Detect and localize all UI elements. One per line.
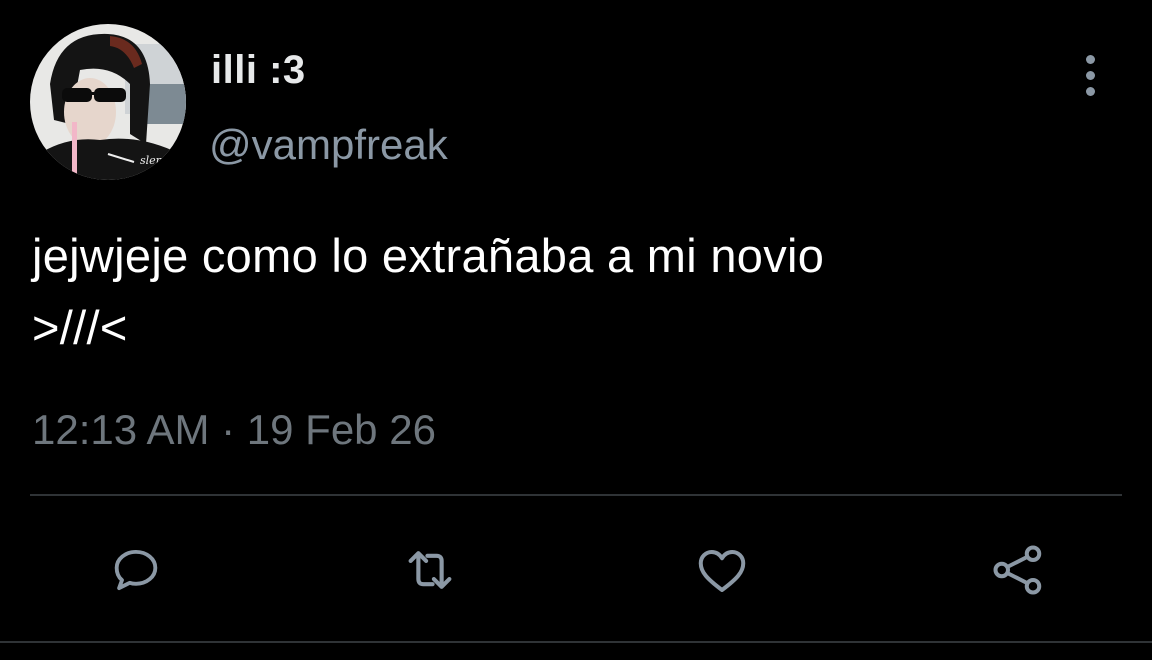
share-button[interactable] <box>986 538 1050 602</box>
heart-icon <box>698 550 746 592</box>
like-button[interactable] <box>690 538 754 602</box>
display-name[interactable]: illi :3 <box>211 48 306 93</box>
share-icon <box>993 545 1042 595</box>
retweet-button[interactable] <box>398 538 462 602</box>
tweet-detail: slernum illi :3 @vampfreak jejwjeje como… <box>0 0 1152 660</box>
reply-icon <box>114 549 158 591</box>
user-handle[interactable]: @vampfreak <box>209 121 448 169</box>
avatar[interactable]: slernum <box>30 24 186 180</box>
divider <box>0 641 1152 643</box>
reply-button[interactable] <box>104 538 168 602</box>
more-options-icon-dot <box>1085 86 1095 96</box>
avatar-photo: slernum <box>30 24 186 180</box>
divider <box>30 494 1122 496</box>
more-options-icon-dot <box>1085 70 1095 80</box>
action-bar <box>0 530 1152 610</box>
tweet-timestamp[interactable]: 12:13 AM · 19 Feb 26 <box>32 406 436 454</box>
more-options-button[interactable] <box>1070 52 1110 98</box>
tweet-text: jejwjeje como lo extrañaba a mi novio >/… <box>32 229 825 354</box>
retweet-icon <box>408 551 452 589</box>
svg-text:slernum: slernum <box>140 154 186 167</box>
more-options-icon <box>1085 54 1095 64</box>
